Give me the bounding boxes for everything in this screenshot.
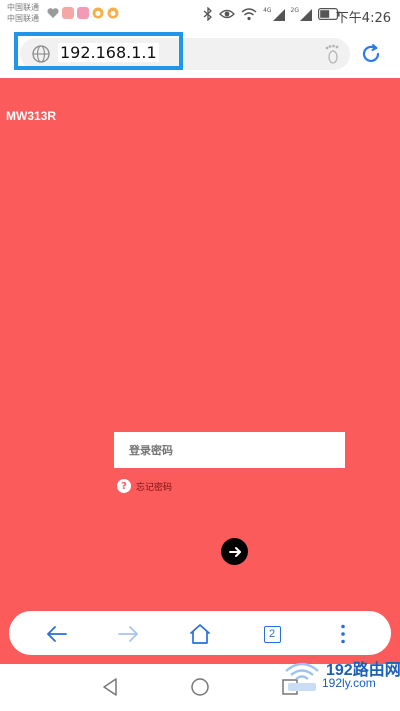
- watermark: 192路由网 192ly.com: [282, 655, 400, 695]
- question-mark-icon: ?: [117, 479, 131, 493]
- forgot-password-row[interactable]: ? 忘记密码: [117, 479, 172, 493]
- signal-strength-2: 2G: [291, 7, 312, 21]
- arrow-right-icon: [228, 546, 241, 557]
- router-model-label: MW313R: [6, 109, 57, 123]
- carrier-label-2: 中国联通: [7, 14, 39, 23]
- router-logo-icon: [285, 662, 319, 691]
- status-bar: 中国联通 中国联通 4G 2G 下午4:26: [0, 0, 400, 30]
- nav-home-icon[interactable]: [190, 677, 210, 697]
- network-type-label: 2G: [290, 7, 299, 14]
- weibo-icon: [92, 7, 104, 19]
- eye-comfort-icon: [219, 9, 235, 19]
- arrow-right-icon: [118, 626, 138, 642]
- back-button[interactable]: [45, 622, 69, 646]
- network-type-label: 4G: [263, 7, 272, 14]
- health-heart-icon: [47, 8, 59, 18]
- signal-strength-1: 4G: [263, 7, 285, 21]
- url-highlight-box: [14, 32, 183, 70]
- notification-icons: [47, 7, 119, 19]
- signal-bars-icon: [300, 9, 312, 21]
- login-password-input[interactable]: [114, 432, 345, 468]
- home-button[interactable]: [188, 622, 212, 646]
- browser-toolbar: 2: [9, 611, 391, 655]
- login-submit-button[interactable]: [221, 538, 248, 565]
- wifi-icon: [241, 8, 257, 21]
- forward-button[interactable]: [116, 622, 140, 646]
- system-icons: 4G 2G: [203, 7, 340, 21]
- arrow-left-icon: [47, 626, 67, 642]
- more-vertical-icon: [341, 624, 345, 644]
- home-icon: [189, 624, 211, 644]
- watermark-url: 192ly.com: [322, 676, 376, 690]
- refresh-icon[interactable]: [360, 43, 382, 65]
- weibo-icon: [107, 7, 119, 19]
- address-bar: 192.168.1.1: [0, 30, 400, 78]
- tab-count-badge: 2: [263, 625, 281, 643]
- carrier-label-1: 中国联通: [7, 3, 39, 12]
- footprint-icon[interactable]: [321, 43, 343, 65]
- router-login-page: MW313R ? 忘记密码: [0, 78, 400, 664]
- bluetooth-icon: [203, 7, 213, 21]
- clock: 下午4:26: [335, 11, 391, 26]
- nav-back-icon[interactable]: [101, 677, 121, 697]
- menu-button[interactable]: [331, 622, 355, 646]
- carrier-info: 中国联通 中国联通: [7, 2, 39, 24]
- tabs-button[interactable]: 2: [260, 622, 284, 646]
- signal-bars-icon: [272, 9, 285, 21]
- app-notification-icon: [77, 7, 89, 19]
- forgot-password-link[interactable]: 忘记密码: [136, 480, 172, 493]
- app-notification-icon: [62, 7, 74, 19]
